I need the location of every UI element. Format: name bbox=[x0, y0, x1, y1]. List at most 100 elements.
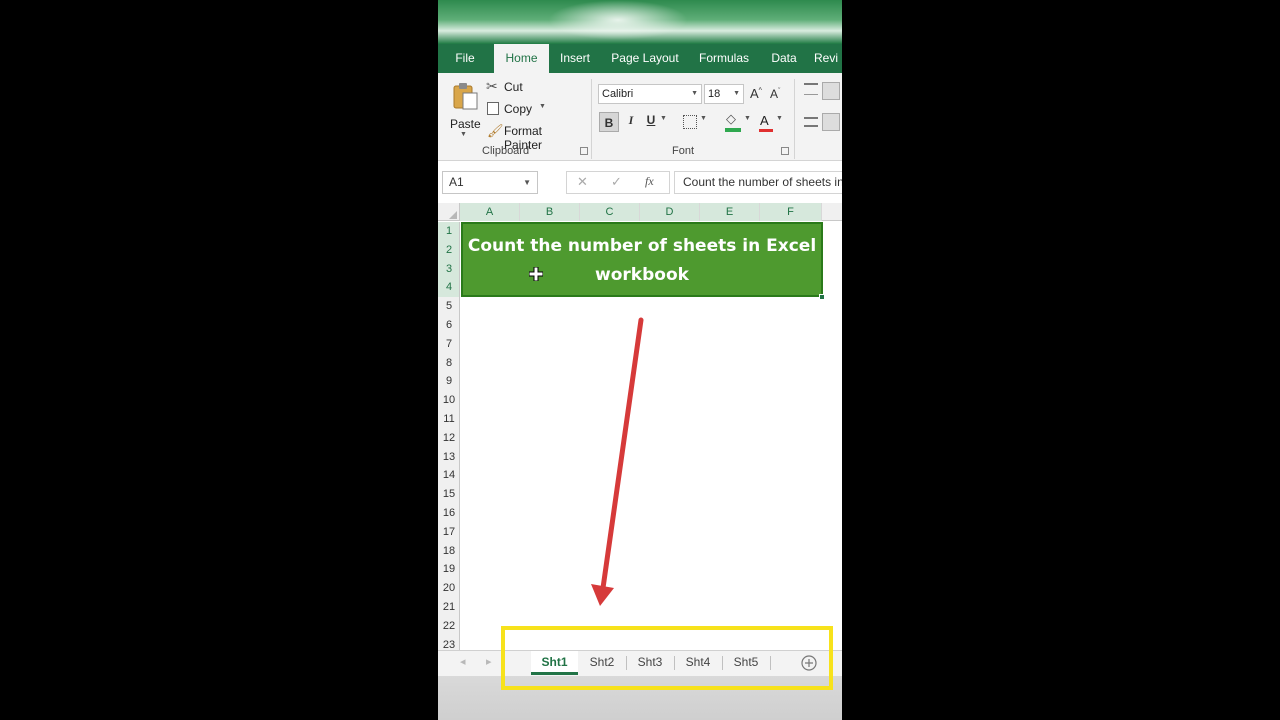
window-top-band bbox=[438, 0, 842, 44]
formula-input[interactable]: Count the number of sheets in Excel work… bbox=[674, 171, 842, 194]
row-header[interactable]: 8 bbox=[438, 354, 459, 373]
row-header[interactable]: 9 bbox=[438, 372, 459, 391]
cut-button[interactable]: ✂ Cut bbox=[486, 78, 526, 96]
copy-dropdown-icon: ▼ bbox=[539, 103, 546, 110]
ribbon-tabs: File Home Insert Page Layout Formulas Da… bbox=[438, 44, 842, 73]
fill-handle[interactable] bbox=[819, 294, 825, 300]
column-header[interactable]: B bbox=[520, 203, 580, 221]
align-top-icon[interactable] bbox=[804, 83, 818, 95]
paste-dropdown-icon: ▼ bbox=[460, 131, 467, 138]
row-header[interactable]: 11 bbox=[438, 410, 459, 429]
row-header[interactable]: 2 bbox=[438, 240, 459, 260]
select-all-button[interactable] bbox=[438, 203, 460, 221]
row-header[interactable]: 7 bbox=[438, 335, 459, 354]
font-size-box[interactable]: 18 ▼ bbox=[704, 84, 744, 104]
shrink-font-icon: A bbox=[770, 87, 779, 101]
tab-insert[interactable]: Insert bbox=[556, 44, 594, 73]
font-group-label: Font bbox=[672, 145, 695, 157]
row-header[interactable]: 10 bbox=[438, 391, 459, 410]
tab-data[interactable]: Data bbox=[766, 44, 802, 73]
font-color-dropdown-icon[interactable]: ▼ bbox=[776, 115, 783, 122]
column-header[interactable]: F bbox=[760, 203, 822, 221]
paint-bucket-icon: ◇ bbox=[726, 111, 736, 126]
shrink-font-button[interactable]: Aˇ bbox=[770, 87, 780, 101]
column-header[interactable]: A bbox=[460, 203, 520, 221]
tab-file[interactable]: File bbox=[448, 44, 482, 73]
copy-label: Copy bbox=[504, 102, 533, 116]
title-line-2: workbook bbox=[595, 265, 689, 285]
chevron-down-icon: ▼ bbox=[523, 178, 531, 187]
cell-grid[interactable]: Count the number of sheets in Excel work… bbox=[460, 222, 842, 650]
clipboard-launcher-icon[interactable] bbox=[580, 147, 588, 155]
grow-font-icon: A bbox=[750, 86, 759, 101]
enter-icon[interactable]: ✓ bbox=[611, 174, 622, 190]
row-header[interactable]: 12 bbox=[438, 429, 459, 448]
align-center-icon[interactable] bbox=[822, 113, 840, 131]
font-color-icon: A bbox=[760, 113, 769, 128]
fill-dropdown-icon[interactable]: ▼ bbox=[744, 115, 751, 122]
row-header[interactable]: 18 bbox=[438, 542, 459, 561]
cell-cursor-icon bbox=[529, 267, 543, 281]
row-header[interactable]: 14 bbox=[438, 466, 459, 485]
row-header[interactable]: 17 bbox=[438, 523, 459, 542]
column-headers: A B C D E F bbox=[438, 203, 842, 221]
row-header[interactable]: 21 bbox=[438, 598, 459, 617]
excel-window: File Home Insert Page Layout Formulas Da… bbox=[438, 0, 842, 720]
tab-home[interactable]: Home bbox=[494, 44, 549, 73]
row-header[interactable]: 4 bbox=[438, 278, 459, 298]
group-separator bbox=[591, 79, 592, 159]
format-painter-button[interactable]: 🖌 Format Painter bbox=[486, 122, 582, 152]
column-header[interactable]: D bbox=[640, 203, 700, 221]
scissors-icon: ✂ bbox=[486, 78, 498, 94]
title-line-1: Count the number of sheets in Excel bbox=[467, 236, 817, 256]
paste-button[interactable]: Paste ▼ bbox=[448, 79, 481, 139]
cancel-icon[interactable]: ✕ bbox=[577, 174, 588, 190]
underline-dropdown-icon[interactable]: ▼ bbox=[660, 115, 667, 122]
paste-icon bbox=[453, 83, 478, 110]
row-header[interactable]: 15 bbox=[438, 485, 459, 504]
row-header[interactable]: 13 bbox=[438, 448, 459, 467]
tab-formulas[interactable]: Formulas bbox=[696, 44, 752, 73]
row-header[interactable]: 1 bbox=[438, 222, 459, 241]
tab-page-layout[interactable]: Page Layout bbox=[608, 44, 682, 73]
chevron-down-icon: ▼ bbox=[691, 90, 698, 97]
formula-bar: A1 ▼ ✕ ✓ fx Count the number of sheets i… bbox=[438, 162, 842, 202]
underline-button[interactable]: U bbox=[644, 113, 658, 127]
row-header[interactable]: 20 bbox=[438, 579, 459, 598]
font-launcher-icon[interactable] bbox=[781, 147, 789, 155]
scroll-left-icon[interactable]: ◂ bbox=[460, 655, 466, 668]
row-header[interactable]: 3 bbox=[438, 259, 459, 279]
paste-label: Paste bbox=[450, 117, 481, 131]
row-header[interactable]: 23 bbox=[438, 636, 459, 650]
grow-font-button[interactable]: A^ bbox=[750, 86, 762, 101]
column-header[interactable]: E bbox=[700, 203, 760, 221]
tab-review[interactable]: Revi bbox=[814, 44, 842, 73]
row-header[interactable]: 6 bbox=[438, 316, 459, 335]
font-color-button[interactable]: A bbox=[758, 111, 776, 133]
bold-button[interactable]: B bbox=[599, 112, 619, 132]
fill-color-button[interactable]: ◇ bbox=[724, 111, 746, 133]
row-header[interactable]: 5 bbox=[438, 297, 459, 316]
merged-title-cell[interactable]: Count the number of sheets in Excel work… bbox=[461, 222, 823, 297]
cut-label: Cut bbox=[504, 80, 523, 94]
borders-icon[interactable] bbox=[683, 115, 697, 129]
font-name-box[interactable]: Calibri ▼ bbox=[598, 84, 702, 104]
copy-icon bbox=[487, 102, 499, 115]
row-headers: 1 2 3 4 5 6 7 8 9 10 11 12 13 14 15 16 17 18 19 20 21 22 23 bbox=[438, 222, 460, 650]
row-header[interactable]: 19 bbox=[438, 560, 459, 579]
group-separator bbox=[794, 79, 795, 159]
copy-button[interactable]: Copy ▼ bbox=[486, 100, 548, 118]
italic-button[interactable]: I bbox=[624, 113, 638, 128]
scroll-right-icon[interactable]: ▸ bbox=[486, 655, 492, 668]
borders-dropdown-icon[interactable]: ▼ bbox=[700, 115, 707, 122]
row-header[interactable]: 22 bbox=[438, 617, 459, 636]
align-middle-icon[interactable] bbox=[822, 82, 840, 100]
column-header[interactable]: C bbox=[580, 203, 640, 221]
font-name-value: Calibri bbox=[602, 88, 634, 100]
align-left-icon[interactable] bbox=[804, 117, 818, 127]
formula-buttons: ✕ ✓ fx bbox=[566, 171, 670, 194]
row-header[interactable]: 16 bbox=[438, 504, 459, 523]
name-box[interactable]: A1 ▼ bbox=[442, 171, 538, 194]
sheet-tabs-highlight bbox=[501, 626, 833, 690]
insert-function-icon[interactable]: fx bbox=[645, 174, 654, 189]
